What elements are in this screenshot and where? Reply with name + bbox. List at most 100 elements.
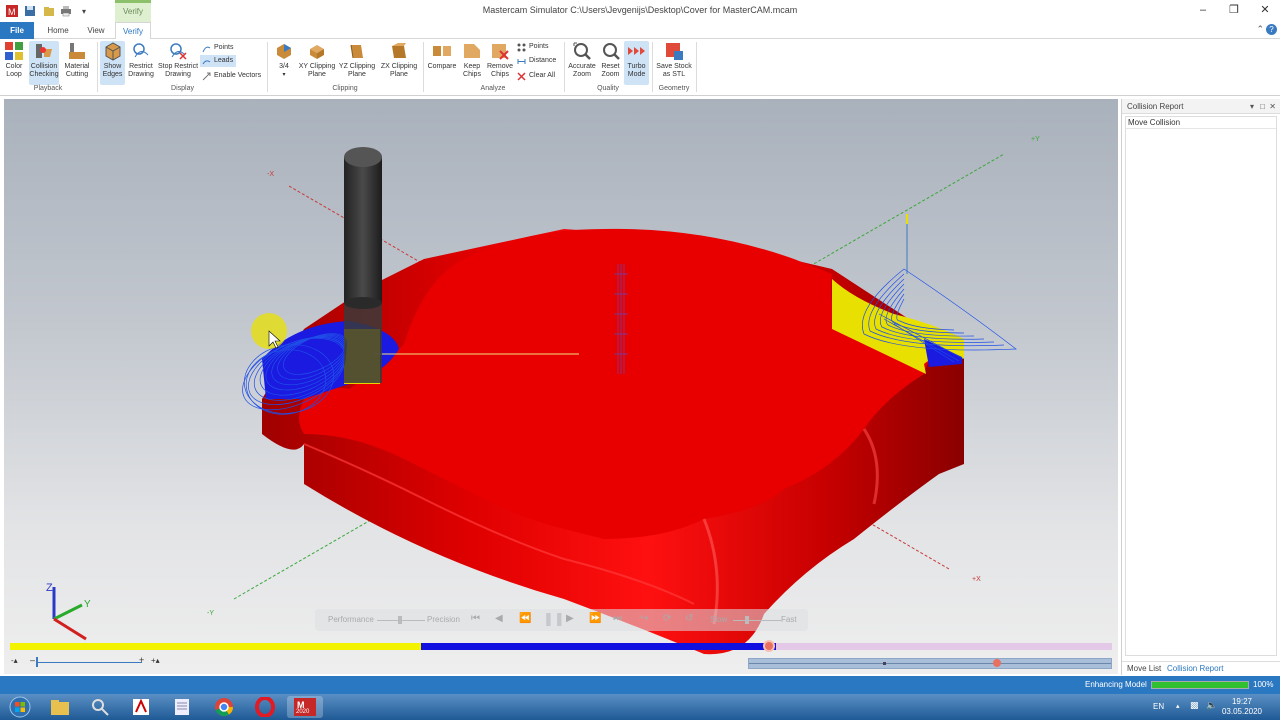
- quick-access-dropdown-icon[interactable]: ▾: [76, 3, 92, 19]
- zx-clipping-plane-button[interactable]: ZX Clipping Plane: [379, 41, 419, 79]
- simulation-viewport[interactable]: -X +X +Y -Y Z Y Performance Precision ⏮ …: [4, 99, 1118, 674]
- zoom-in-icon[interactable]: +▴: [151, 656, 160, 665]
- opera-icon[interactable]: [247, 696, 283, 718]
- tab-file[interactable]: File: [0, 22, 34, 39]
- restore-button[interactable]: ❐: [1217, 0, 1251, 22]
- show-edges-button[interactable]: Show Edges: [100, 41, 125, 85]
- clock-date: 03.05.2020: [1221, 707, 1262, 716]
- remove-chips-button[interactable]: Remove Chips: [486, 41, 514, 79]
- accurate-zoom-button[interactable]: Accurate Zoom: [567, 41, 597, 79]
- mastercam-app-icon[interactable]: M: [4, 3, 20, 19]
- distance-icon: [517, 57, 526, 66]
- ribbon-tab-row: File Home View Verify ⌃ ?: [0, 22, 1280, 40]
- save-stock-as-stl-button[interactable]: Save Stock as STL: [655, 41, 693, 79]
- axis-triad: Z Y: [46, 582, 91, 641]
- open-file-icon[interactable]: [41, 3, 57, 19]
- three-quarter-button[interactable]: 3/4 ▾: [273, 41, 295, 79]
- leads-button[interactable]: Leads: [200, 55, 236, 67]
- panel-close-icon[interactable]: ✕: [1269, 99, 1276, 114]
- enable-vectors-button[interactable]: Enable Vectors: [202, 70, 261, 82]
- go-to-start-icon[interactable]: ⏮: [471, 613, 480, 624]
- zoom-out-icon[interactable]: -▴: [11, 656, 18, 665]
- play-icon[interactable]: ▶: [566, 613, 574, 624]
- material-cutting-button[interactable]: Material Cutting: [62, 41, 92, 79]
- collision-list: Move Collision: [1125, 116, 1277, 656]
- panel-pin-icon[interactable]: □: [1260, 99, 1265, 114]
- analyze-points-button[interactable]: Points: [517, 41, 548, 53]
- panel-dropdown-icon[interactable]: ▾: [1250, 99, 1254, 114]
- yz-clipping-plane-button[interactable]: YZ Clipping Plane: [338, 41, 376, 79]
- zoom-slider-track[interactable]: [38, 662, 142, 663]
- print-icon[interactable]: [58, 3, 74, 19]
- zoom-minus-button[interactable]: –: [30, 655, 35, 665]
- fast-forward-icon[interactable]: ⏩: [589, 613, 601, 624]
- search-app-icon[interactable]: [82, 696, 118, 718]
- group-separator: [696, 42, 697, 92]
- progress-track-knob[interactable]: [992, 659, 1001, 667]
- volume-icon[interactable]: 🔈: [1206, 700, 1217, 711]
- tab-verify[interactable]: Verify: [115, 22, 151, 40]
- color-loop-button[interactable]: Color Loop: [2, 41, 26, 79]
- windows-taskbar: M 2020 EN ▴ ▩ 🔈 19:27 03.05.2020: [0, 694, 1280, 720]
- show-edges-label: Show Edges: [102, 63, 123, 78]
- action-center-icon[interactable]: ▩: [1190, 700, 1199, 711]
- panel-tab-row: Move List Collision Report: [1122, 661, 1280, 675]
- clipping-group-label: Clipping: [332, 85, 358, 92]
- speed-slider[interactable]: [733, 620, 781, 621]
- tab-collision-report[interactable]: Collision Report: [1167, 664, 1223, 673]
- pause-icon[interactable]: ❚❚: [543, 611, 565, 627]
- language-indicator[interactable]: EN: [1153, 702, 1164, 711]
- document-icon[interactable]: [164, 696, 200, 718]
- restrict-drawing-button[interactable]: Restrict Drawing: [127, 41, 155, 79]
- clock[interactable]: 19:27 03.05.2020: [1222, 697, 1262, 717]
- tab-move-list[interactable]: Move List: [1127, 664, 1161, 673]
- list-item[interactable]: Move Collision: [1126, 117, 1276, 129]
- collapse-ribbon-icon[interactable]: ⌃: [1256, 24, 1264, 35]
- remove-chips-label: Remove Chips: [486, 63, 514, 78]
- tab-view[interactable]: View: [78, 22, 114, 39]
- reset-zoom-icon: [601, 41, 621, 61]
- geometry-group-label: Geometry: [658, 85, 690, 92]
- loop-icon[interactable]: ⟳: [663, 613, 671, 624]
- speed-slider-knob[interactable]: [745, 616, 749, 624]
- clear-all-button[interactable]: Clear All: [517, 70, 555, 82]
- operation-timeline[interactable]: [4, 640, 1112, 652]
- tab-home[interactable]: Home: [40, 22, 76, 39]
- operation-progress-track[interactable]: [748, 658, 1112, 669]
- fast-label: Fast: [781, 615, 797, 624]
- tray-expand-icon[interactable]: ▴: [1176, 702, 1180, 710]
- quality-slider-knob[interactable]: [398, 616, 402, 624]
- turbo-mode-button[interactable]: Turbo Mode: [624, 41, 649, 85]
- xy-clipping-plane-button[interactable]: XY Clipping Plane: [298, 41, 336, 79]
- file-explorer-icon[interactable]: [42, 696, 78, 718]
- restart-icon[interactable]: ↺: [685, 613, 693, 624]
- start-button[interactable]: [2, 696, 38, 718]
- zoom-slider-knob[interactable]: [36, 657, 38, 667]
- rewind-icon[interactable]: ⏪: [519, 613, 531, 624]
- step-back-icon[interactable]: ◀: [495, 613, 503, 624]
- keep-chips-button[interactable]: Keep Chips: [459, 41, 485, 79]
- pos-y-label: +Y: [1031, 136, 1040, 143]
- group-separator: [652, 42, 653, 92]
- mastercam-version-badge: 2020: [296, 709, 310, 715]
- close-button[interactable]: ✕: [1248, 0, 1280, 22]
- go-to-end-icon[interactable]: ⏭: [613, 613, 622, 624]
- mastercam-taskbar-icon[interactable]: M 2020: [287, 696, 323, 718]
- accurate-zoom-icon: [572, 41, 592, 61]
- display-points-button[interactable]: Points: [202, 42, 233, 54]
- save-icon[interactable]: [22, 3, 38, 19]
- status-text: Enhancing Model: [1085, 680, 1147, 689]
- reset-zoom-button[interactable]: Reset Zoom: [598, 41, 623, 79]
- step-icon[interactable]: ↪: [640, 613, 648, 624]
- collision-checking-button[interactable]: Collision Checking: [29, 41, 59, 85]
- stop-restrict-drawing-button[interactable]: Stop Restrict Drawing: [157, 41, 199, 79]
- acrobat-icon[interactable]: [123, 696, 159, 718]
- zoom-plus-button[interactable]: +: [139, 655, 144, 665]
- distance-button[interactable]: Distance: [517, 55, 556, 67]
- compare-button[interactable]: Compare: [426, 41, 458, 71]
- help-icon[interactable]: ?: [1266, 24, 1277, 35]
- stop-restrict-drawing-label: Stop Restrict Drawing: [157, 63, 199, 78]
- chrome-icon[interactable]: [206, 696, 242, 718]
- timeline-position-knob[interactable]: [762, 640, 775, 652]
- minimize-button[interactable]: –: [1186, 0, 1220, 22]
